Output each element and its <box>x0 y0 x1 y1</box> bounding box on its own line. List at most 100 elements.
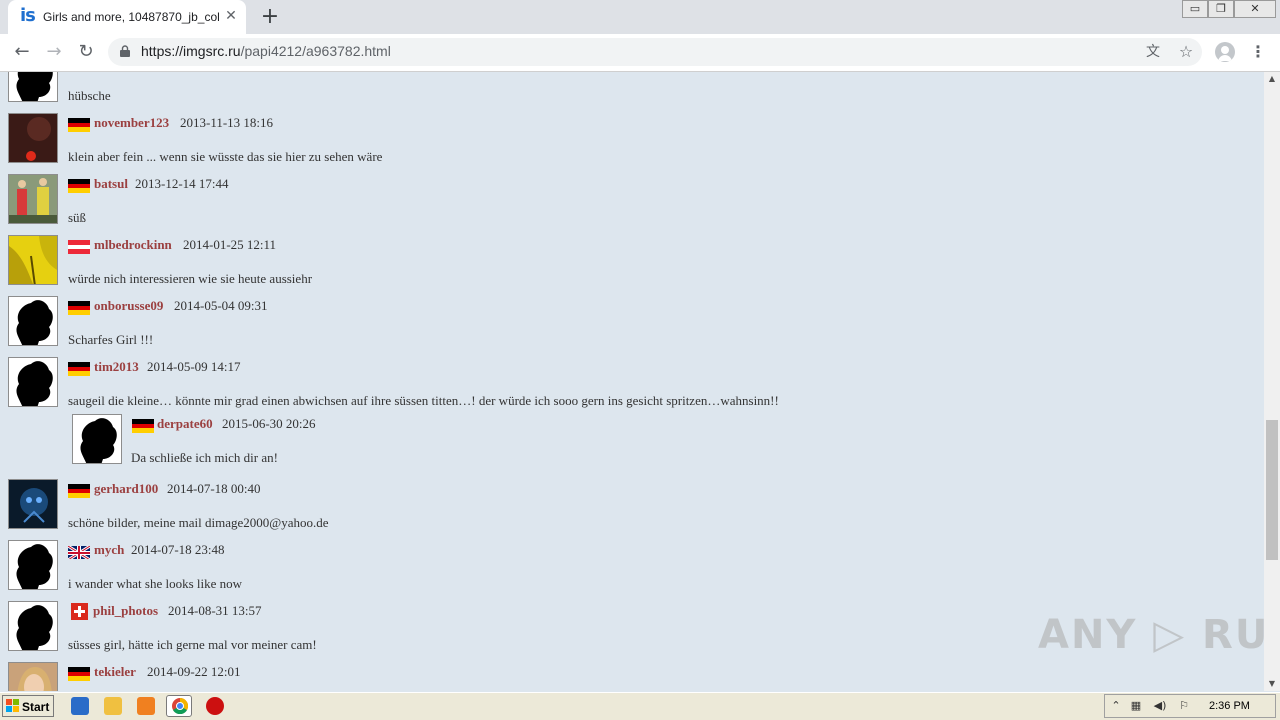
media-player-icon[interactable] <box>137 697 155 715</box>
windows-logo-icon <box>6 699 19 712</box>
comment-text: Scharfes Girl !!! <box>68 332 154 347</box>
comment-text: schöne bilder, meine mail dimage2000@yah… <box>68 515 329 530</box>
comment-item: tekieler 2014-09-22 12:01 <box>0 662 900 691</box>
comment-text: süsses girl, hätte ich gerne mal vor mei… <box>68 637 317 652</box>
address-bar[interactable]: https://imgsrc.ru/papi4212/a963782.html … <box>108 38 1202 66</box>
browser-menu-icon[interactable]: ⋮ <box>1250 39 1266 65</box>
user-avatar[interactable] <box>8 174 58 224</box>
reload-button[interactable]: ↻ <box>73 39 99 65</box>
tab-title: Girls and more, 10487870_jb_collect... <box>43 10 219 24</box>
browser-toolbar: ← → ↻ https://imgsrc.ru/papi4212/a963782… <box>0 34 1280 72</box>
user-avatar[interactable] <box>8 601 58 651</box>
comment-date: 2014-08-31 13:57 <box>168 603 262 618</box>
scrollbar-thumb[interactable] <box>1266 420 1278 560</box>
minimize-button[interactable]: ▭ <box>1182 0 1208 18</box>
tray-expand-icon[interactable]: ⌃ <box>1109 699 1123 713</box>
active-tab[interactable]: is Girls and more, 10487870_jb_collect..… <box>8 0 246 34</box>
comment-username[interactable]: derpate60 <box>157 416 213 432</box>
chrome-icon <box>172 698 188 714</box>
comment-item: gerhard100 2014-07-18 00:40 schöne bilde… <box>0 479 900 540</box>
comment-date: 2014-09-22 12:01 <box>147 664 241 679</box>
comment-text: klein aber fein ... wenn sie wüsste das … <box>68 149 383 164</box>
opera-icon[interactable] <box>206 697 224 715</box>
germany-flag-icon <box>68 301 90 315</box>
url-host: https://imgsrc.ru <box>141 43 241 59</box>
user-avatar[interactable] <box>8 113 58 163</box>
window-close-button[interactable]: ✕ <box>1234 0 1276 18</box>
austria-flag-icon <box>68 240 90 254</box>
uk-flag-icon <box>68 545 90 559</box>
comment-date: 2013-11-13 18:16 <box>180 115 274 130</box>
germany-flag-icon <box>68 667 90 681</box>
comment-item: november123 2013-11-13 18:16 klein aber … <box>0 113 900 174</box>
url-path: /papi4212/a963782.html <box>240 43 391 59</box>
comment-text: hübsche <box>68 88 111 103</box>
comment-username[interactable]: phil_photos <box>93 603 158 619</box>
user-avatar[interactable] <box>8 72 58 102</box>
germany-flag-icon <box>68 179 90 193</box>
start-button[interactable]: Start <box>2 695 54 717</box>
comment-text: saugeil die kleine… könnte mir grad eine… <box>68 393 779 408</box>
germany-flag-icon <box>68 118 90 132</box>
url-text: https://imgsrc.ru/papi4212/a963782.html <box>141 43 391 59</box>
user-avatar[interactable] <box>8 540 58 590</box>
comment-item: onborusse09 2014-05-04 09:31 Scharfes Gi… <box>0 296 900 357</box>
file-explorer-icon[interactable] <box>104 697 122 715</box>
close-tab-icon[interactable]: ✕ <box>222 7 240 25</box>
comment-date: 2015-06-30 20:26 <box>222 416 316 431</box>
user-avatar[interactable] <box>8 357 58 407</box>
anyrun-watermark: ANY ▷ RUN <box>1038 612 1264 658</box>
switzerland-flag-icon <box>71 603 88 620</box>
profile-avatar-icon[interactable] <box>1215 42 1235 62</box>
forward-button[interactable]: → <box>41 39 67 65</box>
user-avatar[interactable] <box>8 662 58 691</box>
bookmark-star-icon[interactable]: ☆ <box>1176 42 1196 62</box>
taskbar: Start ⌃ ▦ ◀) ⚐ 2:36 PM <box>0 692 1280 720</box>
translate-icon[interactable]: 文 <box>1143 42 1163 62</box>
comment-item: batsul 2013-12-14 17:44 süß <box>0 174 900 235</box>
comment-date: 2014-01-25 12:11 <box>183 237 277 252</box>
user-avatar[interactable] <box>8 479 58 529</box>
restore-button[interactable]: ❐ <box>1208 0 1234 18</box>
comment-username[interactable]: gerhard100 <box>94 481 158 497</box>
comment-date: 2014-05-04 09:31 <box>174 298 268 313</box>
comment-username[interactable]: batsul <box>94 176 128 192</box>
tab-strip: is Girls and more, 10487870_jb_collect..… <box>0 0 1280 34</box>
comment-username[interactable]: onborusse09 <box>94 298 163 314</box>
internet-explorer-icon[interactable] <box>71 697 89 715</box>
system-tray: ⌃ ▦ ◀) ⚐ 2:36 PM <box>1104 694 1276 718</box>
comment-username[interactable]: mych <box>94 542 124 558</box>
germany-flag-icon <box>68 362 90 376</box>
lock-icon <box>120 45 130 57</box>
user-avatar[interactable] <box>8 296 58 346</box>
start-label: Start <box>22 700 50 714</box>
page-content: hübsche november123 2013-11-13 18:16 kle… <box>0 72 1264 691</box>
comment-username[interactable]: mlbedrockinn <box>94 237 172 253</box>
scroll-up-arrow-icon[interactable]: ▲ <box>1264 72 1280 86</box>
scroll-down-arrow-icon[interactable]: ▼ <box>1264 677 1280 691</box>
network-icon[interactable]: ▦ <box>1129 699 1143 713</box>
back-button[interactable]: ← <box>9 39 35 65</box>
volume-icon[interactable]: ◀) <box>1153 699 1167 713</box>
comment-date: 2014-07-18 23:48 <box>131 542 225 557</box>
germany-flag-icon <box>132 419 154 433</box>
comment-date: 2014-05-09 14:17 <box>147 359 241 374</box>
action-center-flag-icon[interactable]: ⚐ <box>1177 699 1191 713</box>
comment-item: mlbedrockinn 2014-01-25 12:11 würde nich… <box>0 235 900 296</box>
chrome-taskbar-button[interactable] <box>166 695 192 717</box>
comment-date: 2013-12-14 17:44 <box>135 176 229 191</box>
user-avatar[interactable] <box>72 414 122 464</box>
comment-username[interactable]: tekieler <box>94 664 136 680</box>
user-avatar[interactable] <box>8 235 58 285</box>
comment-item: phil_photos 2014-08-31 13:57 süsses girl… <box>0 601 900 662</box>
comment-item: tim2013 2014-05-09 14:17 saugeil die kle… <box>0 357 900 418</box>
new-tab-button[interactable]: + <box>258 5 282 29</box>
germany-flag-icon <box>68 484 90 498</box>
comment-username[interactable]: november123 <box>94 115 169 131</box>
comment-username[interactable]: tim2013 <box>94 359 139 375</box>
vertical-scrollbar[interactable]: ▲ ▼ <box>1264 72 1280 691</box>
comment-text: süß <box>68 210 87 225</box>
comment-text: würde nich interessieren wie sie heute a… <box>68 271 313 286</box>
system-clock[interactable]: 2:36 PM <box>1209 700 1250 712</box>
comment-item: mych 2014-07-18 23:48 i wander what she … <box>0 540 900 601</box>
